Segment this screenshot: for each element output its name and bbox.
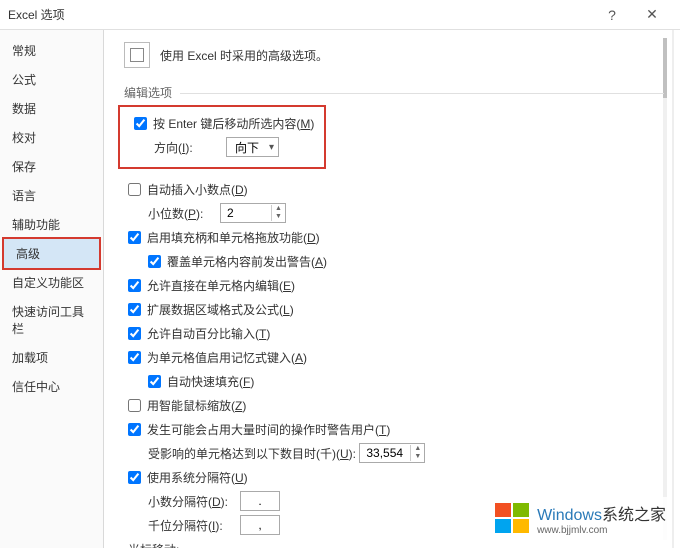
input-decimal-sep[interactable] — [240, 491, 280, 511]
label-intellimouse: 用智能鼠标缩放(Z) — [147, 397, 246, 414]
checkbox-extend-format[interactable] — [128, 303, 141, 316]
sidebar: 常规 公式 数据 校对 保存 语言 辅助功能 高级 自定义功能区 快速访问工具栏… — [0, 30, 104, 548]
sidebar-item-save[interactable]: 保存 — [0, 152, 103, 181]
sidebar-item-data[interactable]: 数据 — [0, 94, 103, 123]
sidebar-item-accessibility[interactable]: 辅助功能 — [0, 210, 103, 239]
input-thousand-sep[interactable] — [240, 515, 280, 535]
checkbox-auto-decimal[interactable] — [128, 183, 141, 196]
label-edit-in-cell: 允许直接在单元格内编辑(E) — [147, 277, 295, 294]
label-direction: 方向(I): — [154, 139, 226, 156]
spinner-affected-cells[interactable]: ▲▼ — [359, 443, 425, 463]
label-system-separators: 使用系统分隔符(U) — [147, 469, 248, 486]
combo-direction[interactable]: 向下▾ — [226, 137, 279, 157]
close-button[interactable]: ✕ — [632, 6, 672, 23]
sidebar-item-customize-ribbon[interactable]: 自定义功能区 — [0, 268, 103, 297]
checkbox-auto-percent[interactable] — [128, 327, 141, 340]
checkbox-autocomplete[interactable] — [128, 351, 141, 364]
label-auto-percent: 允许自动百分比输入(T) — [147, 325, 270, 342]
advanced-options-icon — [124, 42, 150, 68]
label-extend-format: 扩展数据区域格式及公式(L) — [147, 301, 294, 318]
checkbox-move-after-enter[interactable] — [134, 117, 147, 130]
window-title: Excel 选项 — [8, 6, 592, 23]
help-button[interactable]: ? — [592, 7, 632, 23]
label-move-after-enter: 按 Enter 键后移动所选内容(M) — [153, 115, 314, 132]
section-editing-options: 编辑选项 — [124, 84, 664, 101]
checkbox-system-separators[interactable] — [128, 471, 141, 484]
sidebar-item-addins[interactable]: 加载项 — [0, 343, 103, 372]
label-fill-handle: 启用填充柄和单元格拖放功能(D) — [147, 229, 320, 246]
sidebar-item-language[interactable]: 语言 — [0, 181, 103, 210]
checkbox-flash-fill[interactable] — [148, 375, 161, 388]
label-decimal-sep: 小数分隔符(D): — [148, 493, 240, 510]
chevron-down-icon: ▾ — [269, 142, 274, 153]
scrollbar[interactable] — [663, 38, 667, 540]
checkbox-fill-handle[interactable] — [128, 231, 141, 244]
sidebar-item-proofing[interactable]: 校对 — [0, 123, 103, 152]
label-cursor-movement: 光标移动: — [128, 541, 179, 548]
checkbox-intellimouse[interactable] — [128, 399, 141, 412]
spinner-decimal-places[interactable]: ▲▼ — [220, 203, 286, 223]
sidebar-item-formulas[interactable]: 公式 — [0, 65, 103, 94]
label-thousand-sep: 千位分隔符(I): — [148, 517, 240, 534]
sidebar-item-quick-access[interactable]: 快速访问工具栏 — [0, 297, 103, 343]
windows-logo-icon — [495, 503, 531, 535]
label-flash-fill: 自动快速填充(F) — [167, 373, 254, 390]
checkbox-edit-in-cell[interactable] — [128, 279, 141, 292]
label-overwrite-alert: 覆盖单元格内容前发出警告(A) — [167, 253, 327, 270]
sidebar-item-trust-center[interactable]: 信任中心 — [0, 372, 103, 401]
sidebar-item-general[interactable]: 常规 — [0, 36, 103, 65]
label-time-consuming-alert: 发生可能会占用大量时间的操作时警告用户(T) — [147, 421, 390, 438]
label-affected-cells: 受影响的单元格达到以下数目时(千)(U): — [148, 445, 356, 462]
watermark: Windows系统之家 www.bjjmlv.com — [489, 497, 672, 540]
page-title: 使用 Excel 时采用的高级选项。 — [160, 47, 328, 64]
sidebar-item-advanced[interactable]: 高级 — [4, 239, 99, 268]
checkbox-overwrite-alert[interactable] — [148, 255, 161, 268]
checkbox-time-consuming-alert[interactable] — [128, 423, 141, 436]
label-decimal-places: 小位数(P): — [148, 205, 220, 222]
label-auto-decimal: 自动插入小数点(D) — [147, 181, 248, 198]
label-autocomplete: 为单元格值启用记忆式键入(A) — [147, 349, 307, 366]
